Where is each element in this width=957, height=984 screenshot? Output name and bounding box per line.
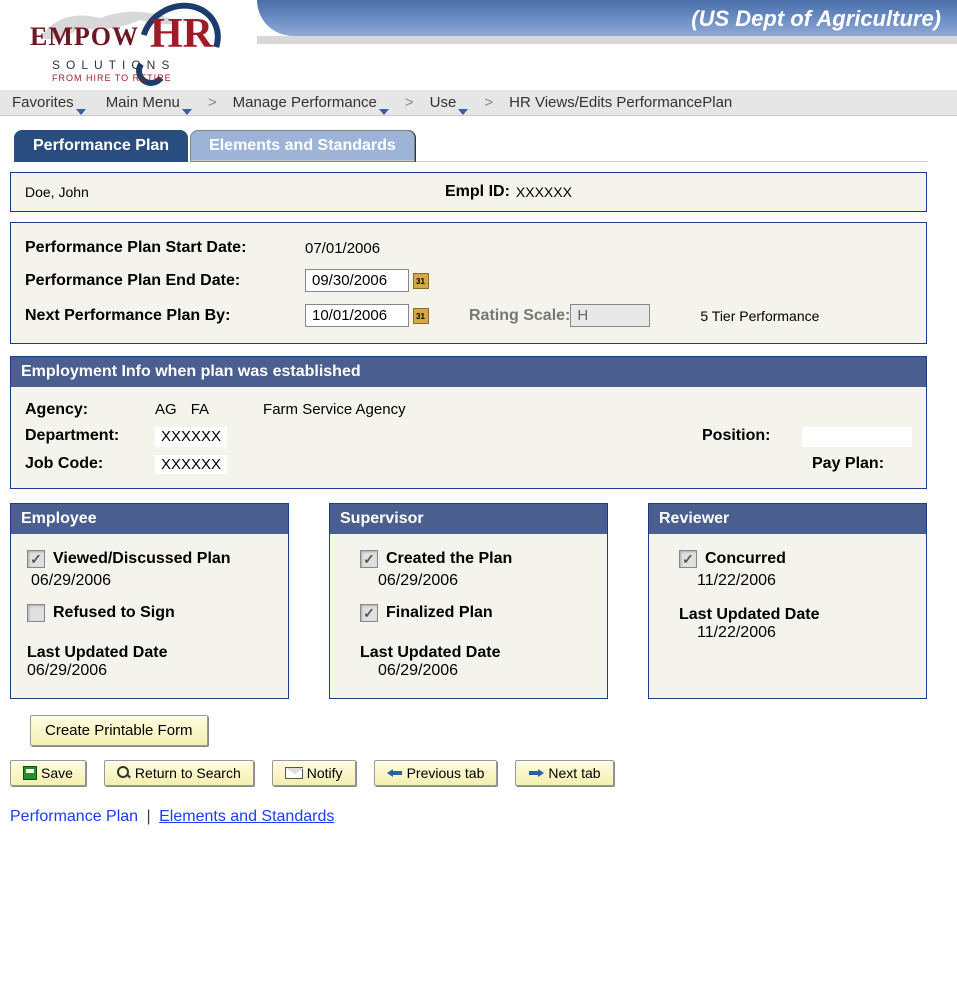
reviewer-panel: Reviewer Concurred 11/22/2006 Last Updat… — [648, 503, 927, 699]
previous-tab-button[interactable]: Previous tab — [374, 760, 498, 786]
crumb-hr-views-edits[interactable]: HR Views/Edits PerformancePlan — [505, 94, 736, 111]
crumb-sep: > — [208, 94, 217, 111]
app-header: (US Dept of Agriculture) EMPOW HR SOLUTI… — [0, 0, 957, 90]
footer-link-elements-standards[interactable]: Elements and Standards — [159, 808, 334, 825]
concurred-date: 11/22/2006 — [677, 572, 912, 590]
tab-row: Performance Plan Elements and Standards — [14, 130, 927, 162]
agency-code1: AG — [155, 401, 177, 419]
concurred-checkbox[interactable] — [679, 550, 697, 568]
supervisor-last-updated-label: Last Updated Date — [358, 642, 593, 662]
save-icon — [23, 766, 37, 780]
reviewer-last-updated-label: Last Updated Date — [677, 604, 912, 624]
page-content: Performance Plan Elements and Standards … — [0, 116, 957, 840]
agency-code2: FA — [191, 401, 209, 419]
crumb-sep: > — [484, 94, 493, 111]
breadcrumb: Favorites Main Menu > Manage Performance… — [0, 90, 957, 116]
employment-info-header: Employment Info when plan was establishe… — [11, 357, 926, 387]
logo-sub2: FROM HIRE TO RETIRE — [52, 73, 172, 83]
logo-sub1: SOLUTIONS — [52, 58, 175, 72]
envelope-icon — [285, 767, 303, 779]
end-date-input[interactable] — [305, 269, 409, 292]
signoff-columns: Employee Viewed/Discussed Plan 06/29/200… — [10, 503, 927, 699]
crumb-sep: > — [405, 94, 414, 111]
footer-links: Performance Plan | Elements and Standard… — [10, 808, 927, 826]
next-plan-label: Next Performance Plan By: — [25, 307, 305, 325]
org-banner: (US Dept of Agriculture) — [257, 0, 957, 36]
employment-info-panel: Employment Info when plan was establishe… — [10, 356, 927, 489]
notify-button[interactable]: Notify — [272, 760, 356, 786]
employee-header-box: Doe, John Empl ID: XXXXXX — [10, 172, 927, 212]
empl-id-label: Empl ID: — [445, 183, 510, 201]
tab-underline — [417, 161, 927, 162]
viewed-plan-checkbox[interactable] — [27, 550, 45, 568]
position-label: Position: — [702, 427, 802, 447]
reviewer-last-updated-value: 11/22/2006 — [677, 624, 912, 650]
reviewer-panel-header: Reviewer — [649, 504, 926, 534]
rating-scale-input — [570, 304, 650, 327]
logo-text-hr: HR — [150, 10, 213, 58]
next-plan-input[interactable] — [305, 304, 409, 327]
chevron-down-icon — [379, 109, 389, 115]
start-date-label: Performance Plan Start Date: — [25, 239, 305, 257]
footer-link-performance-plan[interactable]: Performance Plan — [10, 808, 138, 825]
search-icon — [117, 766, 131, 780]
footer-pipe: | — [147, 808, 151, 825]
logo-text-main: EMPOW — [30, 22, 139, 52]
employee-panel: Employee Viewed/Discussed Plan 06/29/200… — [10, 503, 289, 699]
plan-dates-box: Performance Plan Start Date: 07/01/2006 … — [10, 222, 927, 344]
logo: EMPOW HR SOLUTIONS FROM HIRE TO RETIRE — [20, 0, 240, 88]
supervisor-last-updated-value: 06/29/2006 — [358, 662, 593, 688]
tab-performance-plan[interactable]: Performance Plan — [14, 130, 188, 162]
concurred-label: Concurred — [705, 550, 786, 568]
refused-sign-label: Refused to Sign — [53, 604, 175, 622]
employee-panel-header: Employee — [11, 504, 288, 534]
calendar-icon[interactable] — [413, 308, 429, 324]
supervisor-panel-header: Supervisor — [330, 504, 607, 534]
jobcode-label: Job Code: — [25, 455, 155, 474]
arrow-left-icon — [387, 766, 403, 780]
rating-scale-label: Rating Scale: — [469, 307, 570, 325]
banner-sub — [257, 36, 957, 44]
crumb-favorites[interactable]: Favorites — [8, 94, 90, 111]
refused-sign-checkbox[interactable] — [27, 604, 45, 622]
employee-last-updated-label: Last Updated Date — [25, 642, 274, 662]
return-to-search-button[interactable]: Return to Search — [104, 760, 254, 786]
crumb-main-menu[interactable]: Main Menu — [102, 94, 196, 111]
viewed-plan-label: Viewed/Discussed Plan — [53, 550, 231, 568]
agency-label: Agency: — [25, 401, 155, 419]
finalized-plan-checkbox[interactable] — [360, 604, 378, 622]
payplan-label: Pay Plan: — [812, 455, 912, 474]
department-value: XXXXXX — [155, 427, 227, 447]
employee-last-updated-value: 06/29/2006 — [25, 662, 274, 688]
rating-scale-desc: 5 Tier Performance — [700, 308, 819, 324]
employee-name: Doe, John — [25, 184, 445, 200]
chevron-down-icon — [76, 109, 86, 115]
tab-elements-standards[interactable]: Elements and Standards — [190, 130, 415, 162]
start-date-value: 07/01/2006 — [305, 240, 380, 257]
crumb-use[interactable]: Use — [426, 94, 473, 111]
next-tab-button[interactable]: Next tab — [515, 760, 613, 786]
chevron-down-icon — [458, 109, 468, 115]
agency-name: Farm Service Agency — [263, 401, 406, 419]
empl-id-value: XXXXXX — [516, 184, 572, 200]
calendar-icon[interactable] — [413, 273, 429, 289]
created-plan-checkbox[interactable] — [360, 550, 378, 568]
department-label: Department: — [25, 427, 155, 447]
arrow-right-icon — [528, 766, 544, 780]
viewed-plan-date: 06/29/2006 — [25, 572, 274, 590]
save-button[interactable]: Save — [10, 760, 86, 786]
finalized-plan-label: Finalized Plan — [386, 604, 493, 622]
create-printable-button[interactable]: Create Printable Form — [30, 715, 208, 746]
jobcode-value: XXXXXX — [155, 455, 227, 474]
crumb-manage-performance[interactable]: Manage Performance — [229, 94, 393, 111]
created-plan-date: 06/29/2006 — [358, 572, 593, 590]
position-value — [802, 427, 912, 447]
chevron-down-icon — [182, 109, 192, 115]
end-date-label: Performance Plan End Date: — [25, 272, 305, 290]
created-plan-label: Created the Plan — [386, 550, 512, 568]
supervisor-panel: Supervisor Created the Plan 06/29/2006 F… — [329, 503, 608, 699]
